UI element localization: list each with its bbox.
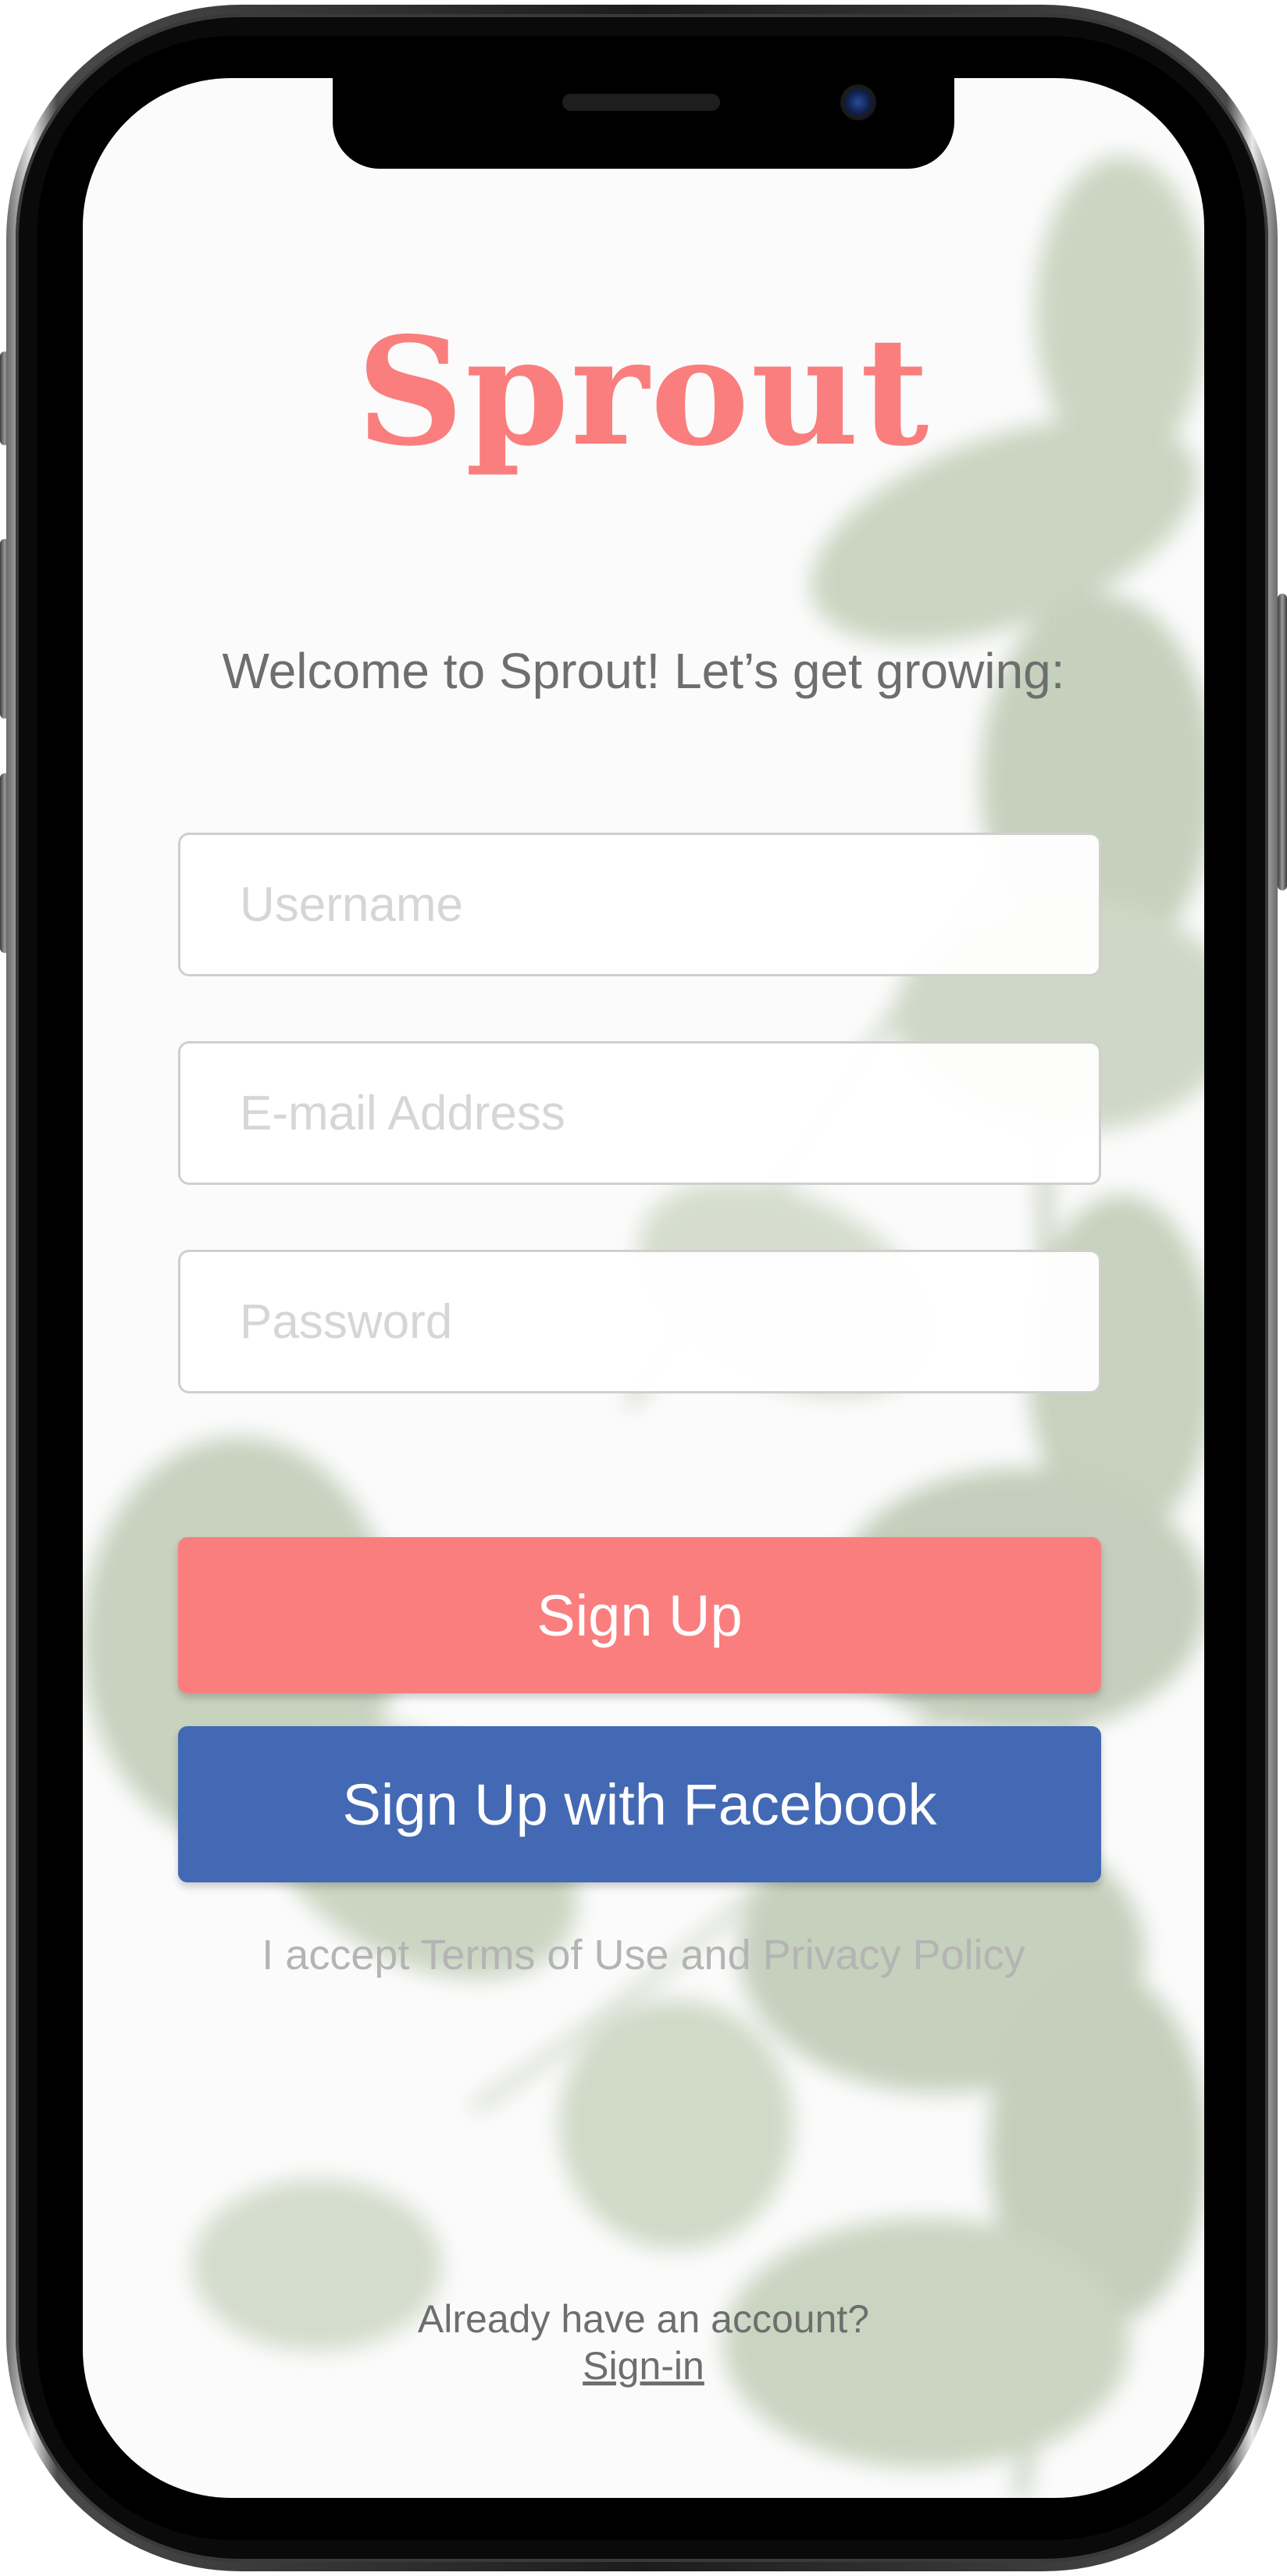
speaker-grille xyxy=(562,94,720,111)
sign-in-link[interactable]: Sign-in xyxy=(83,2343,1204,2389)
welcome-text: Welcome to Sprout! Let’s get growing: xyxy=(222,643,1065,699)
phone-notch xyxy=(333,78,954,169)
username-input[interactable] xyxy=(178,833,1101,976)
facebook-sign-up-button[interactable]: Sign Up with Facebook xyxy=(178,1726,1101,1882)
phone-device: Sprout Welcome to Sprout! Let’s get grow… xyxy=(0,0,1287,2576)
power-button xyxy=(1278,594,1287,890)
signup-screen: Sprout Welcome to Sprout! Let’s get grow… xyxy=(83,78,1204,2498)
password-input[interactable] xyxy=(178,1250,1101,1393)
front-camera-icon xyxy=(840,84,876,120)
already-have-account-text: Already have an account? xyxy=(417,2297,870,2341)
sign-up-button[interactable]: Sign Up xyxy=(178,1537,1101,1693)
terms-text[interactable]: I accept Terms of Use and Privacy Policy xyxy=(83,1931,1204,1979)
app-logo: Sprout xyxy=(356,305,931,479)
email-input[interactable] xyxy=(178,1041,1101,1185)
phone-screen: Sprout Welcome to Sprout! Let’s get grow… xyxy=(83,78,1204,2498)
